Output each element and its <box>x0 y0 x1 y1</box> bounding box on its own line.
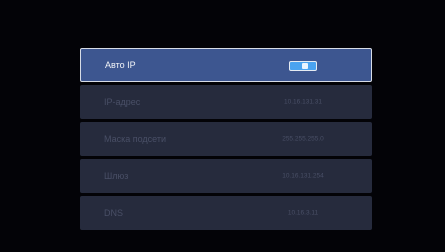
dns-label: DNS <box>104 208 124 218</box>
subnet-mask-row[interactable]: Маска подсети 255.255.255.0 <box>80 122 372 156</box>
ip-address-label: IP-адрес <box>104 97 141 107</box>
dns-row[interactable]: DNS 10.16.3.11 <box>80 196 372 230</box>
subnet-mask-label: Маска подсети <box>104 134 167 144</box>
auto-ip-toggle[interactable] <box>289 61 317 71</box>
auto-ip-row[interactable]: Авто IP <box>80 48 372 82</box>
subnet-mask-value: 255.255.255.0 <box>282 135 324 143</box>
gateway-value: 10.16.131.254 <box>282 172 324 180</box>
ip-address-value: 10.16.131.31 <box>284 98 322 106</box>
network-settings-list: Авто IP IP-адрес 10.16.131.31 Маска подс… <box>80 48 374 233</box>
ip-address-row[interactable]: IP-адрес 10.16.131.31 <box>80 85 372 119</box>
toggle-knob <box>302 63 308 69</box>
gateway-row[interactable]: Шлюз 10.16.131.254 <box>80 159 372 193</box>
dns-value: 10.16.3.11 <box>287 209 319 217</box>
gateway-label: Шлюз <box>104 171 129 181</box>
network-settings-screen: Авто IP IP-адрес 10.16.131.31 Маска подс… <box>0 0 445 252</box>
auto-ip-label: Авто IP <box>105 60 136 70</box>
